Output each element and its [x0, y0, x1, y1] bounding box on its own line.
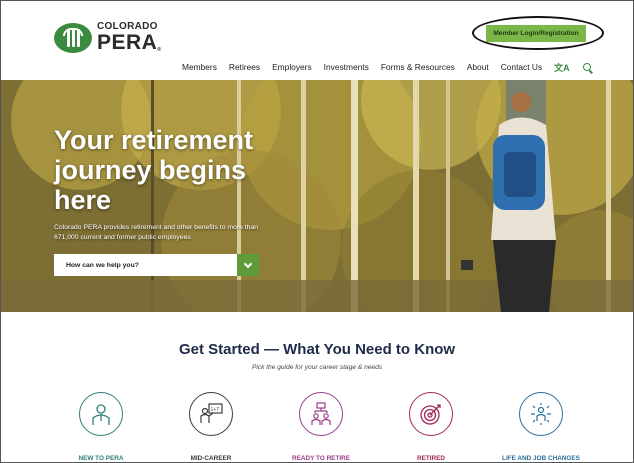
stage-label-ready-to-retire: READY TO RETIRE — [292, 455, 350, 462]
help-dropdown[interactable]: How can we help you? — [54, 254, 259, 276]
member-login-button[interactable]: Member Login/Registration — [486, 25, 586, 42]
ready-to-retire-icon[interactable] — [299, 392, 343, 436]
svg-text:1+7: 1+7 — [211, 407, 220, 413]
nav-about[interactable]: About — [467, 62, 489, 72]
stage-retired[interactable]: RETIRED — [386, 392, 476, 462]
stage-mid-career[interactable]: 1+7 MID-CAREER — [166, 392, 256, 462]
life-changes-icon[interactable] — [519, 392, 563, 436]
stage-label-mid-career: MID-CAREER — [190, 455, 232, 462]
stage-label-retired: RETIRED — [416, 455, 446, 462]
translate-icon[interactable]: 文A — [554, 61, 570, 74]
pera-logo-icon — [54, 22, 92, 53]
main-nav: Members Retirees Employers Investments F… — [182, 61, 591, 73]
get-started-title: Get Started — What You Need to Know — [178, 341, 456, 358]
stage-new-to-pera[interactable]: NEW TO PERA — [56, 392, 146, 462]
colorado-pera-logo[interactable]: COLORADO PERA® — [54, 22, 162, 53]
hero-title: Your retirement journey begins here — [54, 125, 254, 215]
search-icon[interactable] — [582, 63, 591, 71]
mid-career-icon[interactable]: 1+7 — [189, 392, 233, 436]
hero-banner: Your retirement journey begins here Colo… — [1, 80, 633, 312]
get-started-subtitle: Pick the guide for your career stage & n… — [251, 364, 383, 371]
hero-subtitle: Colorado PERA provides retirement and ot… — [54, 224, 259, 241]
help-dropdown-label: How can we help you? — [66, 261, 139, 269]
nav-forms-resources[interactable]: Forms & Resources — [381, 62, 455, 72]
nav-employers[interactable]: Employers — [272, 62, 312, 72]
nav-members[interactable]: Members — [182, 62, 217, 72]
stage-label-life-and-job-changes: LIFE AND JOB CHANGES — [502, 455, 580, 462]
retired-target-icon[interactable] — [409, 392, 453, 436]
stage-label-new-to-pera: NEW TO PERA — [78, 455, 124, 462]
nav-investments[interactable]: Investments — [324, 62, 369, 72]
nav-contact-us[interactable]: Contact Us — [501, 62, 542, 72]
stage-life-and-job-changes[interactable]: LIFE AND JOB CHANGES — [496, 392, 586, 462]
new-employee-icon[interactable] — [79, 392, 123, 436]
nav-retirees[interactable]: Retirees — [229, 62, 260, 72]
stage-ready-to-retire[interactable]: READY TO RETIRE — [276, 392, 366, 462]
logo-line2: PERA — [97, 31, 158, 54]
chevron-down-icon[interactable] — [237, 254, 259, 276]
logo-reg: ® — [157, 47, 162, 53]
